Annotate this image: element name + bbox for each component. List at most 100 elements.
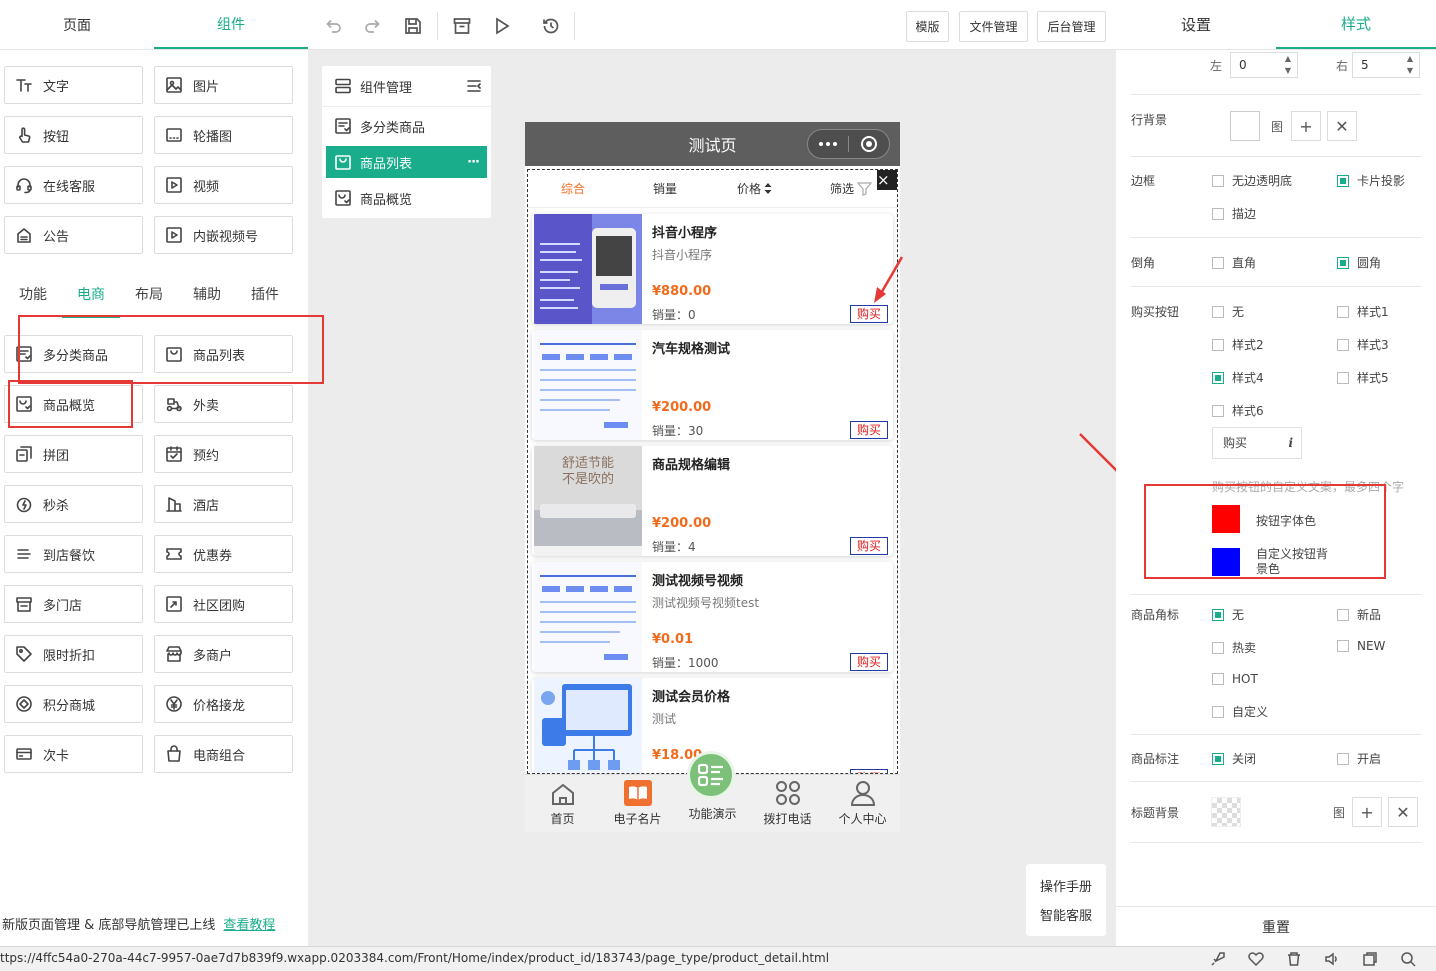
option-stroke[interactable]: 描边 [1212, 205, 1256, 222]
component-hotel[interactable]: 酒店 [154, 485, 293, 523]
option-badge-HOT[interactable]: HOT [1212, 672, 1258, 686]
component-coupon[interactable]: 优惠券 [154, 535, 293, 573]
component-points-mall[interactable]: 积分商城 [4, 685, 143, 723]
remove-component-icon[interactable]: × [877, 170, 897, 190]
goods-list-component[interactable]: 综合 销量 价格 筛选 × 抖音小程序 抖音小程序 ¥880.00 销量：0 购… [527, 169, 898, 774]
remove-image-icon[interactable]: ✕ [1327, 111, 1357, 141]
component-carousel[interactable]: 轮播图 [154, 116, 293, 154]
row-bg-color-swatch[interactable] [1230, 111, 1260, 141]
component-text[interactable]: 文字 [4, 66, 143, 104]
smart-service-link[interactable]: 智能客服 [1040, 905, 1092, 924]
tab-style[interactable]: 样式 [1276, 0, 1436, 49]
component-multi-merchant[interactable]: 多商户 [154, 635, 293, 673]
component-manager-item[interactable]: 多分类商品 [326, 110, 487, 142]
component-notice[interactable]: 公告 [4, 216, 143, 254]
add-image-icon[interactable]: + [1291, 111, 1321, 141]
option-buy-style3[interactable]: 样式3 [1337, 336, 1389, 353]
template-button[interactable]: 模版 [906, 11, 949, 42]
option-buy-style4[interactable]: 样式4 [1212, 369, 1264, 386]
trash-icon[interactable] [1286, 951, 1302, 967]
tab-make-call[interactable]: 拨打电话 [750, 775, 825, 832]
preview-play-icon[interactable] [491, 15, 513, 37]
more-options-icon[interactable]: ··· [467, 155, 480, 170]
component-goods-overview[interactable]: 商品概览 [4, 385, 143, 423]
category-ecommerce[interactable]: 电商 [62, 280, 120, 318]
close-target-icon[interactable] [849, 130, 889, 158]
reset-button[interactable]: 重置 [1116, 906, 1436, 946]
buy-button[interactable]: 购买 [850, 653, 888, 671]
component-booking[interactable]: 预约 [154, 435, 293, 473]
sort-price[interactable]: 价格 [737, 180, 772, 197]
option-mark-off[interactable]: 关闭 [1212, 750, 1256, 767]
feature-demo-fab[interactable] [687, 751, 735, 799]
category-layout[interactable]: 布局 [120, 280, 178, 318]
option-badge-new[interactable]: 新品 [1337, 606, 1381, 623]
buy-button[interactable]: 购买 [850, 421, 888, 439]
admin-button[interactable]: 后台管理 [1037, 11, 1106, 42]
option-badge-custom[interactable]: 自定义 [1212, 703, 1268, 720]
component-flash-sale[interactable]: 秒杀 [4, 485, 143, 523]
tab-profile[interactable]: 个人中心 [825, 775, 900, 832]
component-button[interactable]: 按钮 [4, 116, 143, 154]
product-card[interactable]: 舒适节能 不是吹的 商品规格编辑 ¥200.00 销量：4 购买 [532, 446, 893, 556]
stepper-icon[interactable]: ▲ ▼ [1407, 53, 1413, 77]
margin-right-input[interactable]: 5 ▲ ▼ [1352, 52, 1420, 78]
product-card[interactable]: 测试视频号视频 测试视频号视频test ¥0.01 销量：1000 购买 [532, 562, 893, 672]
title-bg-color-swatch[interactable] [1211, 797, 1241, 827]
file-manager-button[interactable]: 文件管理 [959, 11, 1028, 42]
option-square-corner[interactable]: 直角 [1212, 254, 1256, 271]
buy-button[interactable]: 购买 [850, 305, 888, 323]
category-plugin[interactable]: 插件 [236, 280, 294, 318]
component-dine-in[interactable]: 到店餐饮 [4, 535, 143, 573]
window-icon[interactable] [1362, 951, 1378, 967]
view-tutorial-link[interactable]: 查看教程 [223, 918, 275, 933]
margin-left-input[interactable]: 0 ▲ ▼ [1230, 52, 1298, 78]
sort-filter[interactable]: 筛选 [830, 180, 873, 197]
collapse-icon[interactable] [467, 79, 481, 93]
component-embedded-channel-video[interactable]: 内嵌视频号 [154, 216, 293, 254]
buy-text-input[interactable]: 购买 i [1212, 427, 1302, 459]
component-manager-item[interactable]: 商品概览 [326, 182, 487, 214]
speaker-icon[interactable] [1324, 951, 1340, 967]
component-punch-card[interactable]: 次卡 [4, 735, 143, 773]
component-community-group[interactable]: 社区团购 [154, 585, 293, 623]
option-buy-style6[interactable]: 样式6 [1212, 402, 1264, 419]
remove-image-icon[interactable]: ✕ [1388, 797, 1418, 827]
option-no-border[interactable]: 无边透明底 [1212, 172, 1292, 189]
component-price-chain[interactable]: 价格接龙 [154, 685, 293, 723]
option-buy-style5[interactable]: 样式5 [1337, 369, 1389, 386]
option-badge-hot-sale[interactable]: 热卖 [1212, 639, 1256, 656]
manual-link[interactable]: 操作手册 [1040, 876, 1092, 895]
category-function[interactable]: 功能 [4, 280, 62, 318]
tab-business-card[interactable]: 电子名片 [600, 775, 675, 832]
tab-components[interactable]: 组件 [154, 0, 308, 49]
category-auxiliary[interactable]: 辅助 [178, 280, 236, 318]
save-icon[interactable] [402, 15, 424, 37]
component-multi-category-goods[interactable]: 多分类商品 [4, 335, 143, 373]
component-goods-list[interactable]: 商品列表 [154, 335, 293, 373]
option-buy-style1[interactable]: 样式1 [1337, 303, 1389, 320]
stepper-icon[interactable]: ▲ ▼ [1285, 53, 1291, 77]
option-buy-none[interactable]: 无 [1212, 303, 1244, 320]
tab-settings[interactable]: 设置 [1116, 0, 1276, 49]
undo-icon[interactable] [322, 15, 344, 37]
redo-icon[interactable] [362, 15, 384, 37]
component-multi-store[interactable]: 多门店 [4, 585, 143, 623]
option-buy-style2[interactable]: 样式2 [1212, 336, 1264, 353]
component-takeout[interactable]: 外卖 [154, 385, 293, 423]
tab-page[interactable]: 页面 [0, 0, 154, 49]
option-mark-on[interactable]: 开启 [1337, 750, 1381, 767]
rocket-icon[interactable] [1210, 951, 1226, 967]
component-online-service[interactable]: 在线客服 [4, 166, 143, 204]
component-limited-discount[interactable]: 限时折扣 [4, 635, 143, 673]
product-card[interactable]: 抖音小程序 抖音小程序 ¥880.00 销量：0 购买 [532, 214, 893, 324]
history-icon[interactable] [540, 15, 562, 37]
product-card[interactable]: 汽车规格测试 ¥200.00 销量：30 购买 [532, 330, 893, 440]
sort-sales[interactable]: 销量 [653, 180, 677, 197]
search-icon[interactable] [1400, 951, 1416, 967]
button-bg-color-swatch[interactable] [1212, 548, 1240, 576]
component-ecommerce-combo[interactable]: 电商组合 [154, 735, 293, 773]
archive-icon[interactable] [451, 15, 473, 37]
option-round-corner[interactable]: 圆角 [1337, 254, 1381, 271]
sort-comprehensive[interactable]: 综合 [561, 180, 585, 197]
